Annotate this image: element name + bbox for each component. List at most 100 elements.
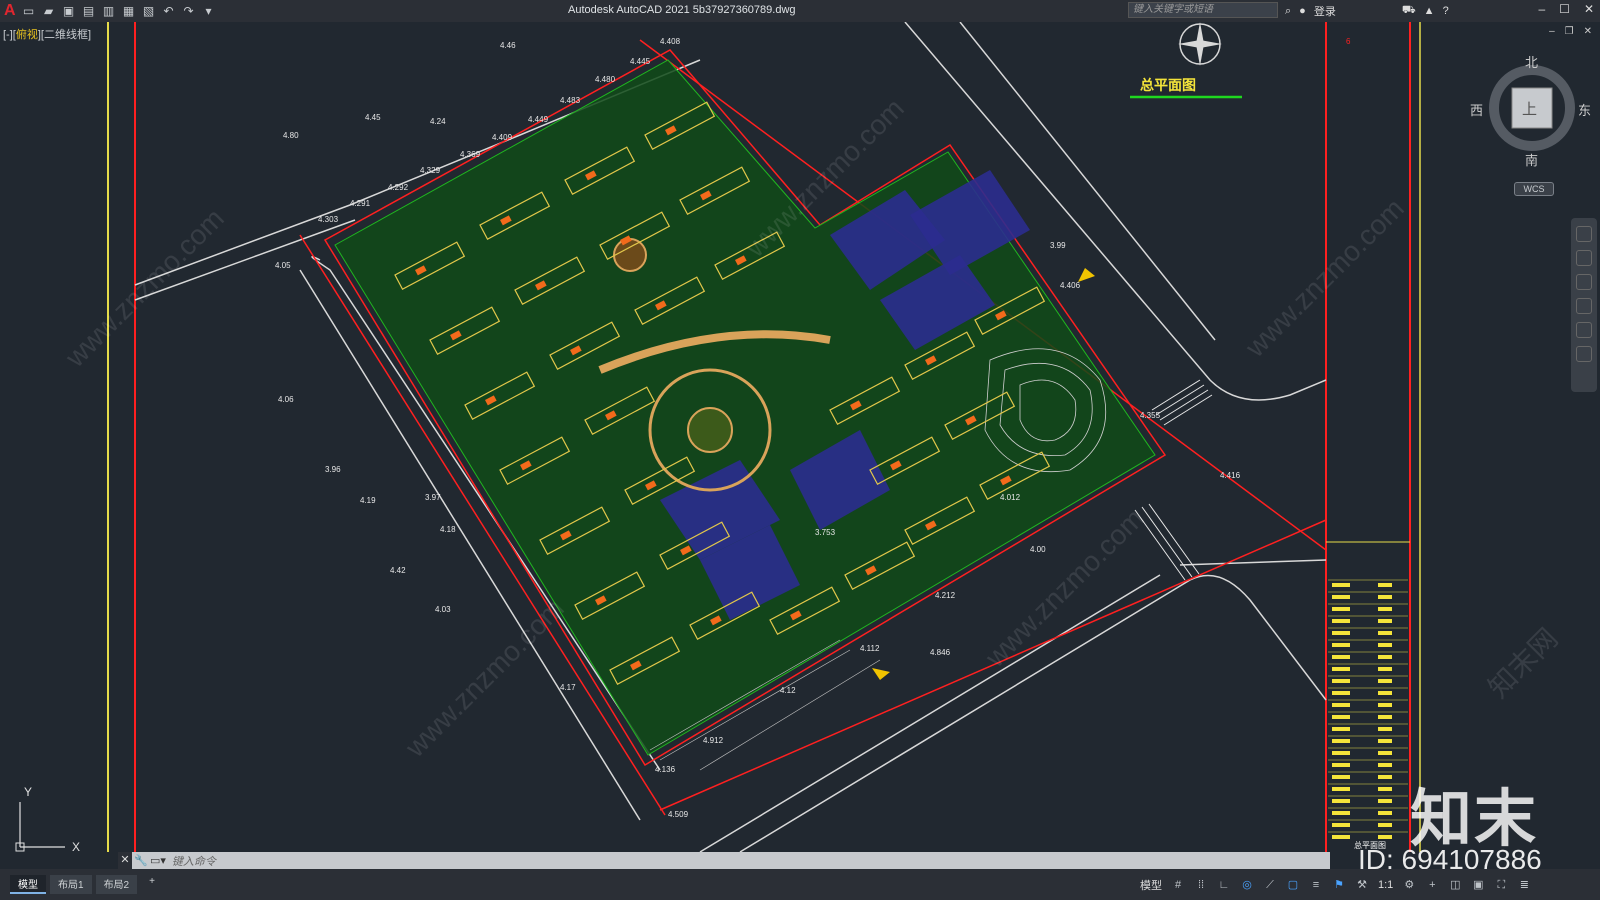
title-block-cell xyxy=(1332,667,1350,671)
orbit-icon[interactable] xyxy=(1576,298,1592,314)
save-icon[interactable]: ▣ xyxy=(62,4,76,18)
elevation-label: 4.18 xyxy=(440,525,456,534)
search-input[interactable]: 键入关键字或短语 xyxy=(1128,2,1278,18)
showmotion-icon[interactable] xyxy=(1576,322,1592,338)
doc-minimize-icon[interactable]: – xyxy=(1549,26,1555,37)
isodraft-icon[interactable]: ⟋ xyxy=(1263,879,1277,891)
plus-icon[interactable]: + xyxy=(1425,879,1439,891)
tab-model[interactable]: 模型 xyxy=(10,875,46,894)
snap-icon[interactable]: ⁞⁞ xyxy=(1194,879,1208,891)
steering-wheel-icon[interactable] xyxy=(1576,226,1592,242)
isolate-icon[interactable]: ◫ xyxy=(1448,879,1462,891)
dropdown-icon[interactable]: ▾ xyxy=(202,4,216,18)
redo-icon[interactable]: ↷ xyxy=(182,4,196,18)
viewcube-west[interactable]: 西 xyxy=(1470,100,1483,119)
viewcube-top[interactable]: 上 xyxy=(1522,98,1537,119)
plaza-north xyxy=(613,238,647,272)
osnap-icon[interactable]: ▢ xyxy=(1286,879,1300,891)
lineweight-icon[interactable]: ≡ xyxy=(1309,879,1323,891)
login-button[interactable]: 登录 xyxy=(1314,3,1336,19)
undo-icon[interactable]: ↶ xyxy=(162,4,176,18)
a360-icon[interactable]: ▲ xyxy=(1424,5,1435,17)
publish-icon[interactable]: ▦ xyxy=(122,4,136,18)
title-block-cell xyxy=(1332,727,1350,731)
title-block-cell xyxy=(1332,655,1350,659)
elevation-label: 4.19 xyxy=(360,496,376,505)
elevation-label: 4.509 xyxy=(668,810,689,819)
clean-screen-icon[interactable]: ⛶ xyxy=(1494,879,1508,891)
doc-restore-icon[interactable]: ❐ xyxy=(1565,26,1574,37)
autoscale-icon[interactable]: ⚒ xyxy=(1355,879,1369,891)
cad-drawing[interactable]: 4.46 4.408 4.445 4.480 4.483 4.45 4.24 4.449 4.8… xyxy=(0,22,1600,852)
model-space-button[interactable]: 模型 xyxy=(1140,877,1162,893)
add-layout-button[interactable]: + xyxy=(141,875,163,894)
drawing-viewport[interactable]: 4.46 4.408 4.445 4.480 4.483 4.45 4.24 4.449 4.8… xyxy=(0,22,1600,852)
viewport-controls-label[interactable]: [-][俯视][二维线框] xyxy=(3,26,91,42)
title-block-cell xyxy=(1378,787,1392,791)
title-block-cell xyxy=(1378,715,1392,719)
title-block-cell xyxy=(1332,643,1350,647)
zoom-icon[interactable] xyxy=(1576,274,1592,290)
title-block-top-label: 6 xyxy=(1346,37,1351,46)
pan-icon[interactable] xyxy=(1576,250,1592,266)
print-icon[interactable]: ▧ xyxy=(142,4,156,18)
elevation-label: 4.136 xyxy=(655,765,676,774)
elevation-label: 4.112 xyxy=(860,644,880,653)
customization-menu-icon[interactable]: ≣ xyxy=(1517,879,1531,891)
command-history-icon[interactable]: ▭▾ xyxy=(150,854,166,867)
tab-layout2[interactable]: 布局2 xyxy=(95,875,138,894)
viewcube-east[interactable]: 东 xyxy=(1578,100,1591,119)
title-block-cell xyxy=(1378,763,1392,767)
title-block-cell xyxy=(1378,667,1392,671)
help-icon[interactable]: ? xyxy=(1443,5,1449,17)
title-block-cell xyxy=(1378,643,1392,647)
road-se xyxy=(1179,559,1327,566)
minimize-icon[interactable]: – xyxy=(1538,2,1545,16)
viewcube[interactable]: 北 南 东 西 上 xyxy=(1470,55,1591,168)
annotation-scale[interactable]: 1:1 xyxy=(1378,879,1393,891)
saveas-icon[interactable]: ▤ xyxy=(82,4,96,18)
elevation-label: 4.03 xyxy=(435,605,451,614)
app-logo-icon[interactable]: A xyxy=(4,2,16,20)
open-icon[interactable]: ▰ xyxy=(42,4,56,18)
workspace-gear-icon[interactable]: ⚙ xyxy=(1402,879,1416,891)
title-block-cell xyxy=(1332,787,1350,791)
nav-extra-icon[interactable] xyxy=(1576,346,1592,362)
elevation-label: 4.46 xyxy=(500,41,516,50)
ucs-icon: Y X xyxy=(15,785,80,852)
annotation-visibility-icon[interactable]: ⚑ xyxy=(1332,879,1346,891)
title-block-cell xyxy=(1332,799,1350,803)
command-input[interactable]: 键入命令 xyxy=(172,853,216,869)
elevation-label: 4.355 xyxy=(1140,411,1161,420)
elevation-label: 4.912 xyxy=(703,736,724,745)
elevation-label: 4.408 xyxy=(660,37,681,46)
plot-preview-icon[interactable]: ▥ xyxy=(102,4,116,18)
window-title: Autodesk AutoCAD 2021 5b37927360789.dwg xyxy=(568,4,796,16)
title-block-cell xyxy=(1378,811,1392,815)
customize-icon[interactable]: 🔧 xyxy=(132,854,150,867)
elevation-label: 3.96 xyxy=(325,465,341,474)
tab-layout1[interactable]: 布局1 xyxy=(50,875,92,894)
doc-close-icon[interactable]: ✕ xyxy=(1584,26,1592,37)
search-icon[interactable]: ⌕ xyxy=(1285,5,1291,18)
viewcube-south[interactable]: 南 xyxy=(1525,150,1538,169)
ortho-icon[interactable]: ∟ xyxy=(1217,879,1231,891)
title-block-cell xyxy=(1332,619,1350,623)
hardware-accel-icon[interactable]: ▣ xyxy=(1471,879,1485,891)
entrance-arrow-south xyxy=(872,668,890,680)
viewcube-north[interactable]: 北 xyxy=(1525,52,1538,71)
polar-icon[interactable]: ◎ xyxy=(1240,879,1254,891)
wcs-dropdown[interactable]: WCS xyxy=(1514,182,1554,196)
new-icon[interactable]: ▭ xyxy=(22,4,36,18)
north-arrow-icon xyxy=(1178,22,1222,66)
command-close-icon[interactable]: ✕ xyxy=(118,852,132,869)
title-block-cell xyxy=(1378,727,1392,731)
close-icon[interactable]: ✕ xyxy=(1584,2,1594,16)
user-icon[interactable]: ● xyxy=(1299,5,1306,17)
elevation-label: 4.445 xyxy=(630,57,651,66)
elevation-label: 4.406 xyxy=(1060,281,1081,290)
grid-icon[interactable]: # xyxy=(1171,879,1185,891)
maximize-icon[interactable]: ☐ xyxy=(1559,2,1570,16)
cart-icon[interactable]: ⛟ xyxy=(1402,4,1416,18)
elevation-label: 4.291 xyxy=(350,199,371,208)
